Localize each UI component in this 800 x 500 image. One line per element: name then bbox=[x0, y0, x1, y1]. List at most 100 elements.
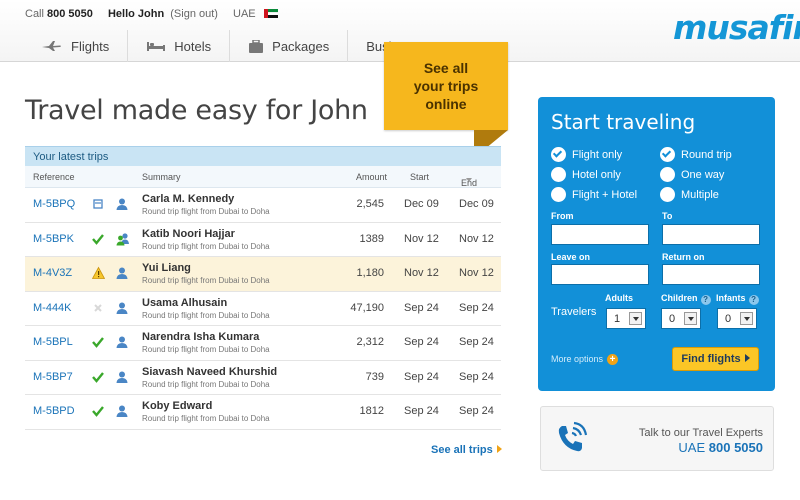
help-icon[interactable]: ? bbox=[700, 295, 711, 305]
col-summary[interactable]: Summary bbox=[142, 172, 181, 182]
trip-amount: 1,180 bbox=[356, 267, 384, 279]
option-round-trip[interactable]: Round trip bbox=[660, 147, 732, 162]
suitcase-icon bbox=[249, 39, 264, 53]
trip-end-date: Nov 12 bbox=[459, 267, 494, 279]
see-all-trips-link[interactable]: See all trips bbox=[431, 444, 502, 456]
leave-date-input[interactable] bbox=[551, 264, 649, 285]
plane-icon bbox=[42, 41, 61, 51]
tab-packages[interactable]: Packages bbox=[230, 30, 349, 62]
infants-label: Infants? bbox=[716, 293, 759, 305]
user-group-icon bbox=[116, 232, 129, 246]
trip-summary: Round trip flight from Dubai to Doha bbox=[142, 207, 270, 216]
to-label: To bbox=[662, 211, 673, 221]
sign-out-link[interactable]: (Sign out) bbox=[170, 8, 218, 20]
chevron-down-icon bbox=[740, 312, 753, 325]
to-input[interactable] bbox=[662, 224, 760, 245]
option-one-way[interactable]: One way bbox=[660, 167, 724, 182]
musafir-logo[interactable]: musafir bbox=[673, 8, 800, 47]
trip-reference-link[interactable]: M-5BP7 bbox=[33, 371, 73, 383]
phone-icon[interactable] bbox=[553, 421, 589, 457]
children-select[interactable]: 0 bbox=[661, 308, 701, 329]
greeting: Hello John bbox=[107, 8, 165, 20]
trip-amount: 1389 bbox=[359, 232, 384, 245]
trip-end-date: Nov 12 bbox=[459, 232, 494, 245]
experts-phone[interactable]: UAE 800 5050 bbox=[678, 440, 763, 455]
return-date-input[interactable] bbox=[662, 264, 760, 285]
from-label: From bbox=[551, 211, 574, 221]
experts-text: Talk to our Travel Experts bbox=[638, 427, 763, 439]
trip-reference-link[interactable]: M-5BPK bbox=[33, 233, 74, 245]
trip-start-date: Nov 12 bbox=[404, 232, 439, 245]
trip-reference-link[interactable]: M-5BPL bbox=[33, 336, 73, 348]
table-row[interactable]: M-5BPK Katib Noori Hajjar Round trip fligh… bbox=[25, 222, 501, 257]
user-icon bbox=[116, 335, 128, 349]
option-flight-only[interactable]: Flight only bbox=[551, 147, 622, 162]
find-flights-button[interactable]: Find flights bbox=[672, 347, 759, 371]
trip-amount: 739 bbox=[365, 370, 384, 383]
return-label: Return on bbox=[662, 252, 705, 262]
more-options-link[interactable]: More options + bbox=[551, 354, 619, 365]
from-input[interactable] bbox=[551, 224, 649, 245]
adults-label: Adults bbox=[605, 293, 633, 303]
table-row[interactable]: M-5BPQ Carla M. Kennedy Round trip flight … bbox=[25, 188, 501, 223]
option-hotel-only[interactable]: Hotel only bbox=[551, 167, 621, 182]
travelers-label: Travelers bbox=[551, 306, 597, 318]
leave-label: Leave on bbox=[551, 252, 591, 262]
radio-icon[interactable] bbox=[660, 167, 675, 182]
table-row[interactable]: M-444K Usama Alhusain Round trip flight fr… bbox=[25, 291, 501, 326]
option-flight-hotel[interactable]: Flight + Hotel bbox=[551, 187, 637, 202]
trip-end-date: Dec 09 bbox=[459, 198, 494, 210]
trip-reference-link[interactable]: M-444K bbox=[33, 302, 72, 314]
plus-icon: + bbox=[607, 354, 619, 365]
tab-flights[interactable]: Flights bbox=[25, 30, 129, 62]
user-icon bbox=[116, 404, 128, 418]
page-title: Travel made easy for John bbox=[25, 95, 368, 126]
adults-select[interactable]: 1 bbox=[606, 308, 646, 329]
trips-heading: Your latest trips bbox=[25, 146, 501, 166]
radio-icon[interactable] bbox=[551, 167, 566, 182]
option-multiple[interactable]: Multiple bbox=[660, 187, 719, 202]
col-amount[interactable]: Amount bbox=[356, 172, 387, 182]
radio-icon[interactable] bbox=[660, 187, 675, 202]
country-selector[interactable]: UAE bbox=[233, 8, 256, 20]
see-all-trips-callout[interactable]: See all your trips online bbox=[384, 42, 508, 130]
trip-reference-link[interactable]: M-5BPQ bbox=[33, 198, 75, 210]
traveler-name: Narendra Isha Kumara bbox=[142, 331, 260, 343]
uae-flag-icon[interactable] bbox=[263, 9, 278, 18]
trip-amount: 47,190 bbox=[350, 301, 384, 314]
user-icon bbox=[116, 301, 128, 315]
table-row[interactable]: M-4V3Z Yui Liang Round trip flight from Du… bbox=[25, 257, 501, 292]
check-icon bbox=[92, 232, 104, 246]
checkbox-checked-icon[interactable] bbox=[551, 147, 566, 162]
chevron-down-icon bbox=[629, 312, 642, 325]
trip-reference-link[interactable]: M-5BPD bbox=[33, 405, 75, 417]
trip-start-date: Dec 09 bbox=[404, 198, 439, 210]
table-row[interactable]: M-5BPL Narendra Isha Kumara Round trip fli… bbox=[25, 326, 501, 361]
sort-desc-icon bbox=[466, 178, 472, 182]
trip-end-date: Sep 24 bbox=[459, 405, 494, 417]
traveler-name: Carla M. Kennedy bbox=[142, 193, 235, 205]
table-row[interactable]: M-5BPD Koby Edward Round trip flight from … bbox=[25, 395, 501, 430]
col-reference[interactable]: Reference bbox=[33, 172, 75, 182]
table-row[interactable]: M-5BP7 Siavash Naveed Khurshid Round trip … bbox=[25, 360, 501, 395]
trip-summary: Round trip flight from Dubai to Doha bbox=[142, 379, 270, 389]
user-icon bbox=[116, 266, 128, 280]
traveler-name: Yui Liang bbox=[142, 262, 191, 274]
cancelled-icon bbox=[92, 301, 104, 315]
tab-hotels[interactable]: Hotels bbox=[128, 30, 231, 62]
tab-hotels-label: Hotels bbox=[174, 38, 212, 54]
trip-amount: 2,312 bbox=[356, 336, 384, 348]
help-icon[interactable]: ? bbox=[748, 295, 759, 305]
trip-start-date: Sep 24 bbox=[404, 301, 439, 314]
call-label: Call bbox=[25, 8, 44, 20]
user-icon bbox=[116, 197, 128, 211]
traveler-name: Koby Edward bbox=[142, 400, 213, 412]
checkbox-checked-icon[interactable] bbox=[660, 147, 675, 162]
trip-reference-link[interactable]: M-4V3Z bbox=[33, 267, 72, 279]
header-phone[interactable]: 800 5050 bbox=[47, 8, 93, 20]
trip-summary: Round trip flight from Dubai to Doha bbox=[142, 414, 270, 423]
traveler-name: Siavash Naveed Khurshid bbox=[142, 365, 278, 378]
radio-icon[interactable] bbox=[551, 187, 566, 202]
col-start[interactable]: Start bbox=[410, 172, 429, 182]
infants-select[interactable]: 0 bbox=[717, 308, 757, 329]
